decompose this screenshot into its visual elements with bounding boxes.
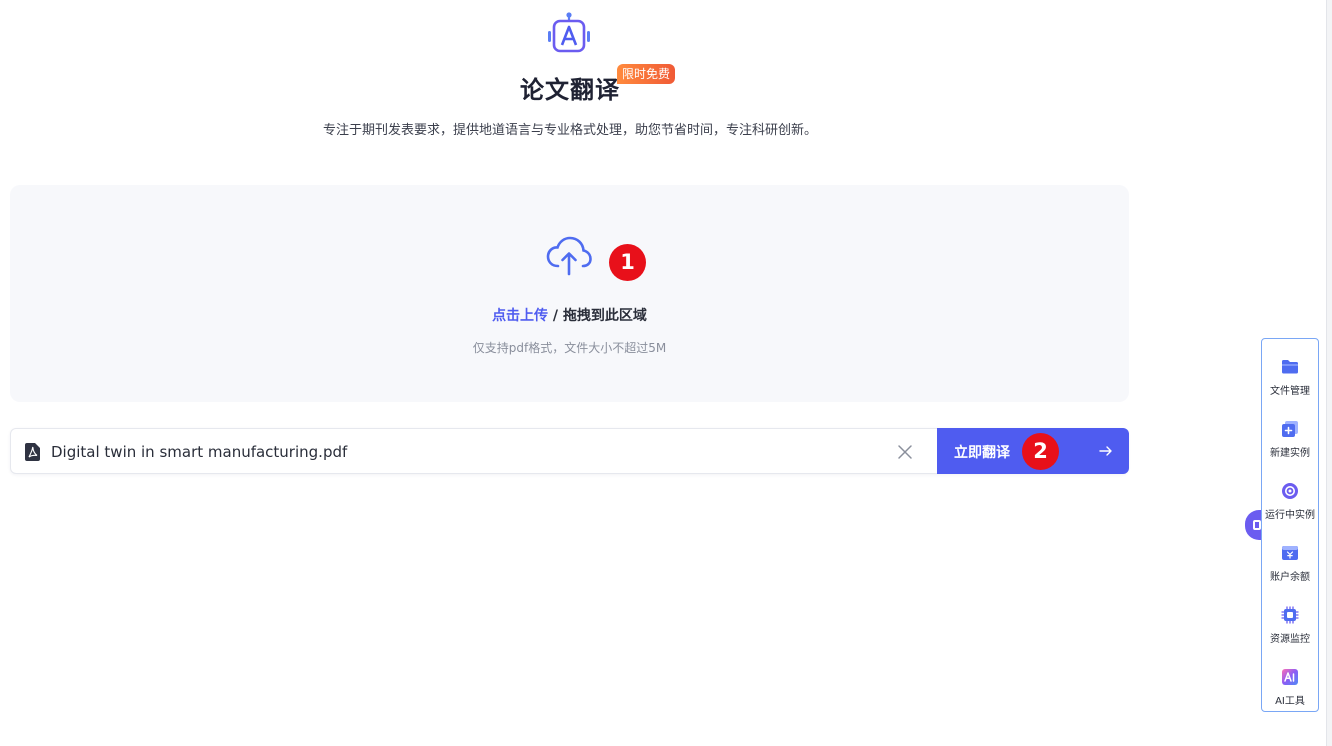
sidebar-item-resource-monitor[interactable]: 资源监控: [1262, 593, 1318, 649]
translate-logo-icon: [548, 12, 590, 53]
sidebar-item-account-balance[interactable]: 账户余额: [1262, 531, 1318, 587]
free-badge: 限时免费: [617, 64, 676, 84]
sidebar-item-label: AI工具: [1275, 696, 1305, 707]
upload-instruction: 点击上传 / 拖拽到此区域: [10, 305, 1129, 325]
chip-icon: [1281, 606, 1299, 624]
close-icon[interactable]: [897, 444, 913, 460]
sidebar-item-new-instance[interactable]: 新建实例: [1262, 407, 1318, 463]
upload-hint: 仅支持pdf格式，文件大小不超过5M: [472, 341, 667, 355]
cloud-upload-icon[interactable]: [546, 235, 592, 277]
step-marker-2: 2: [1022, 433, 1059, 470]
pdf-file-icon: [25, 443, 40, 461]
file-name: Digital twin in smart manufacturing.pdf: [51, 443, 348, 461]
drag-here-text: 拖拽到此区域: [562, 308, 647, 324]
sidebar-item-label: 文件管理: [1270, 386, 1310, 397]
sidebar-item-file-management[interactable]: 文件管理: [1262, 345, 1318, 401]
page-title: 论文翻译: [520, 76, 620, 104]
sidebar-item-label: 新建实例: [1270, 448, 1310, 459]
collapse-icon: [1253, 520, 1261, 530]
sidebar-item-label: 账户余额: [1270, 572, 1310, 583]
folder-icon: [1282, 360, 1298, 374]
ai-tools-icon: [1282, 669, 1298, 685]
sidebar-item-ai-tools[interactable]: AI工具: [1262, 655, 1318, 711]
arrow-right-icon: [1099, 446, 1112, 456]
page-subtitle: 专注于期刊发表要求，提供地道语言与专业格式处理，助您节省时间，专注科研创新。: [322, 123, 817, 138]
running-instance-icon: [1282, 483, 1298, 499]
upload-dropzone[interactable]: 1 点击上传 / 拖拽到此区域 仅支持pdf格式，文件大小不超过5M: [10, 185, 1129, 402]
click-upload-link[interactable]: 点击上传: [492, 308, 548, 324]
page: 论文翻译 限时免费 专注于期刊发表要求，提供地道语言与专业格式处理，助您节省时间…: [0, 0, 1332, 746]
right-toolbar: 文件管理 新建实例 运行中实例 账户余额 资源监控 AI工具: [1261, 338, 1319, 712]
sidebar-item-label: 资源监控: [1270, 634, 1310, 645]
page-scrollbar[interactable]: [1326, 0, 1332, 746]
upload-separator: /: [548, 308, 563, 324]
new-instance-icon: [1282, 421, 1298, 437]
sidebar-item-running-instances[interactable]: 运行中实例: [1262, 469, 1318, 525]
translate-button-label: 立即翻译: [954, 445, 1010, 461]
sidebar-item-label: 运行中实例: [1265, 510, 1315, 521]
wallet-icon: [1282, 546, 1298, 560]
selected-file-bar: Digital twin in smart manufacturing.pdf …: [10, 428, 1129, 474]
step-marker-1: 1: [609, 244, 646, 281]
